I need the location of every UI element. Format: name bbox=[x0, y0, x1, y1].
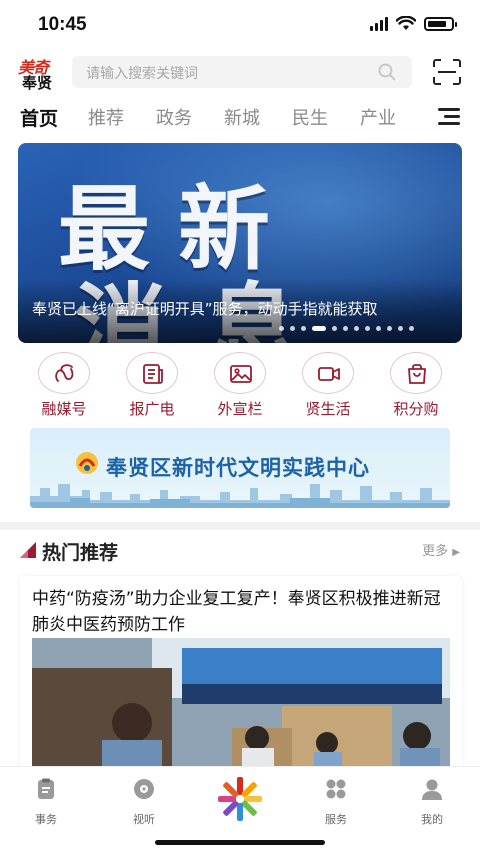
article-photo bbox=[32, 638, 450, 776]
tabbar-item-services[interactable]: 服务 bbox=[306, 777, 366, 827]
banner-dot[interactable] bbox=[301, 326, 306, 331]
shortcut-image-circle bbox=[214, 352, 266, 394]
shortcut-label: 融媒号 bbox=[41, 400, 87, 418]
status-time: 10:45 bbox=[38, 14, 87, 35]
shortcut-shopping[interactable]: 积分购 bbox=[378, 352, 454, 419]
banner-dot[interactable] bbox=[279, 326, 284, 331]
banner-dot[interactable] bbox=[376, 326, 381, 331]
civilization-center-banner[interactable]: 奉贤区新时代文明实践中心 bbox=[30, 428, 450, 508]
banner-dot[interactable] bbox=[332, 326, 337, 331]
section-divider bbox=[0, 522, 480, 530]
clipboard-icon bbox=[38, 778, 54, 799]
scan-icon[interactable] bbox=[432, 58, 462, 86]
battery-level bbox=[428, 20, 446, 27]
signal-icon bbox=[370, 16, 388, 31]
shortcut-shopping-circle bbox=[390, 352, 442, 394]
section-flag-icon bbox=[20, 542, 36, 558]
shortcut-media-circle bbox=[38, 352, 90, 394]
shortcut-label: 贤生活 bbox=[305, 400, 351, 418]
shortcut-row: 融媒号 报广电 外宣栏 贤生活 积分购 bbox=[0, 352, 480, 422]
tab-recommend[interactable]: 推荐 bbox=[88, 104, 124, 130]
shortcut-newspaper[interactable]: 报广电 bbox=[114, 352, 190, 419]
banner-dot[interactable] bbox=[398, 326, 403, 331]
tab-government[interactable]: 政务 bbox=[156, 104, 192, 130]
status-icons bbox=[370, 16, 457, 31]
shortcut-image[interactable]: 外宣栏 bbox=[202, 352, 278, 419]
tab-industry[interactable]: 产业 bbox=[360, 104, 396, 130]
tabbar-item-media[interactable]: 视听 bbox=[114, 777, 174, 827]
status-bar: 10:45 bbox=[0, 0, 480, 48]
article-title: 中药“防疫汤”助力企业复工复产！奉贤区积极推进新冠肺炎中医药预防工作 bbox=[32, 589, 441, 635]
tabbar-label: 我的 bbox=[421, 813, 443, 826]
search-icon bbox=[378, 63, 396, 81]
more-label: 更多 bbox=[422, 544, 449, 559]
app-logo[interactable]: 美奇 奉贤 bbox=[18, 54, 64, 92]
battery-icon bbox=[424, 16, 457, 31]
chevron-right-icon: ▶ bbox=[452, 547, 460, 558]
tabbar-item-profile[interactable]: 我的 bbox=[402, 777, 462, 827]
city-skyline-illustration bbox=[30, 484, 450, 508]
tabbar-label: 服务 bbox=[325, 813, 347, 826]
tab-new-city[interactable]: 新城 bbox=[224, 104, 260, 130]
wifi-icon bbox=[396, 16, 416, 30]
banner-dot[interactable] bbox=[290, 326, 295, 331]
shortcut-newspaper-circle bbox=[126, 352, 178, 394]
tab-home[interactable]: 首页 bbox=[20, 104, 58, 131]
banner-caption: 奉贤已上线“离沪证明开具”服务，动动手指就能获取 bbox=[32, 300, 378, 318]
image-icon bbox=[230, 365, 252, 383]
shortcut-label: 积分购 bbox=[393, 400, 439, 418]
tabbar-label: 视听 bbox=[133, 813, 155, 826]
app-logo-icon[interactable] bbox=[214, 773, 266, 825]
bottom-tab-bar: 事务 视听 服务 我的 bbox=[0, 766, 480, 853]
shortcut-video[interactable]: 贤生活 bbox=[290, 352, 366, 419]
tabbar-label: 事务 bbox=[35, 813, 57, 826]
news-banner[interactable]: 最新 消息 奉贤已上线“离沪证明开具”服务，动动手指就能获取 bbox=[18, 143, 462, 343]
banner-dot[interactable] bbox=[365, 326, 370, 331]
user-icon bbox=[422, 779, 442, 800]
menu-icon[interactable] bbox=[438, 108, 460, 126]
grid-icon bbox=[326, 779, 346, 799]
media-icon bbox=[55, 364, 74, 382]
banner-dot[interactable] bbox=[354, 326, 359, 331]
tab-livelihood[interactable]: 民生 bbox=[292, 104, 328, 130]
banner-dot[interactable] bbox=[387, 326, 392, 331]
category-tabs: 首页 推荐 政务 新城 民生 产业 bbox=[0, 100, 480, 136]
search-placeholder: 请输入搜索关键词 bbox=[86, 66, 198, 82]
video-icon bbox=[318, 367, 340, 381]
disc-icon bbox=[134, 779, 154, 799]
banner-dot[interactable] bbox=[409, 326, 414, 331]
shortcut-label: 外宣栏 bbox=[217, 400, 263, 418]
more-link[interactable]: 更多 ▶ bbox=[422, 540, 460, 559]
article-card[interactable]: 中药“防疫汤”助力企业复工复产！奉贤区积极推进新冠肺炎中医药预防工作 bbox=[20, 576, 462, 776]
logo-text-bottom: 奉贤 bbox=[22, 74, 53, 92]
hot-section-header: 热门推荐 更多 ▶ bbox=[0, 534, 480, 568]
home-indicator[interactable] bbox=[155, 840, 325, 845]
newspaper-icon bbox=[143, 364, 163, 384]
banner-dot[interactable] bbox=[343, 326, 348, 331]
header: 美奇 奉贤 请输入搜索关键词 bbox=[0, 52, 480, 92]
shortcut-label: 报广电 bbox=[129, 400, 175, 418]
tabbar-item-affairs[interactable]: 事务 bbox=[16, 777, 76, 827]
section-title: 热门推荐 bbox=[42, 542, 119, 564]
search-input[interactable]: 请输入搜索关键词 bbox=[72, 56, 412, 88]
shopping-bag-icon bbox=[408, 364, 426, 384]
shortcut-video-circle bbox=[302, 352, 354, 394]
shortcut-media[interactable]: 融媒号 bbox=[26, 352, 102, 419]
banner-dot[interactable] bbox=[312, 326, 326, 331]
banner-pagination[interactable] bbox=[279, 326, 414, 331]
